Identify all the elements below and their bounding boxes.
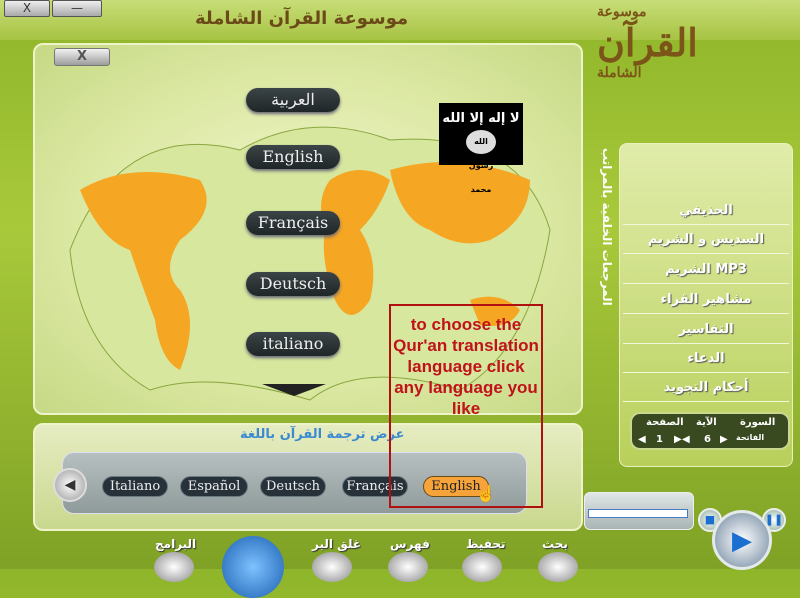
translation-italiano[interactable]: Italiano (102, 476, 168, 497)
memorize-icon[interactable] (462, 552, 502, 582)
search-icon[interactable] (538, 552, 578, 582)
language-button-arabic[interactable]: العربية (246, 88, 340, 112)
ayah-prev-icon[interactable]: ◀ (682, 434, 690, 445)
globe-icon[interactable] (222, 536, 284, 598)
toolbar-programs[interactable]: البرامج (155, 537, 196, 551)
window-close-button[interactable]: X (4, 0, 50, 17)
play-button[interactable]: ▶ (712, 510, 772, 570)
flag-image: لا إله إلا الله الله رسول محمد (439, 103, 523, 194)
sidebar-title: المرجعات الخلفية بالمراتب (600, 148, 614, 306)
sidebar-item[interactable]: السديس و الشريم (623, 225, 789, 254)
language-button-german[interactable]: Deutsch (246, 272, 340, 296)
language-button-french[interactable]: Français (246, 211, 340, 235)
toolbar-index[interactable]: فهرس (390, 537, 430, 551)
app-title: موسوعة القرآن الشاملة (195, 8, 409, 29)
page-prev-icon[interactable]: ◀ (638, 434, 646, 445)
volume-slider[interactable] (588, 509, 688, 518)
sidebar-item[interactable]: الشريم MP3 (623, 255, 789, 284)
index-icon[interactable] (388, 552, 428, 582)
ayah-value: 6 (704, 434, 711, 445)
surah-label: السورة (740, 417, 776, 428)
page-label: الصفحة (646, 417, 684, 428)
ayah-next-icon[interactable]: ▶ (720, 434, 728, 445)
logo: موسوعة القرآن الشاملة (597, 4, 698, 81)
language-button-english[interactable]: English (246, 145, 340, 169)
programs-icon[interactable] (154, 552, 194, 582)
toolbar-close-program[interactable]: غلق البر (312, 537, 361, 551)
ayah-label: الآية (696, 417, 717, 428)
translation-title: عرض ترجمة القرآن باللغة (240, 427, 405, 442)
surah-navigator: السورة الفاتحة الآية ◀ 6 ▶ الصفحة ◀ 1 ▶ (630, 412, 790, 450)
page-value: 1 (656, 434, 663, 445)
panel-close-button[interactable]: X (54, 48, 110, 66)
scroll-down-arrow-icon[interactable] (262, 384, 326, 396)
translation-espanol[interactable]: Español (180, 476, 248, 497)
sidebar-item[interactable]: الحذيفي (623, 196, 789, 225)
sidebar-item[interactable]: التفاسير (623, 315, 789, 344)
surah-value: الفاتحة (736, 433, 765, 442)
toolbar-search[interactable]: بحث (542, 537, 568, 551)
window-minimize-button[interactable]: — (52, 0, 102, 17)
sidebar-item[interactable]: مشاهير القراء (623, 285, 789, 314)
page-next-icon[interactable]: ▶ (674, 434, 682, 445)
toolbar-memorize[interactable]: تحفيظ (466, 537, 506, 551)
back-arrow-button[interactable]: ◀ (53, 468, 87, 502)
close-program-icon[interactable] (312, 552, 352, 582)
translation-deutsch[interactable]: Deutsch (260, 476, 326, 497)
language-button-italian[interactable]: italiano (246, 332, 340, 356)
sidebar-item[interactable]: الدعاء (623, 344, 789, 373)
annotation-note: to choose the Qur'an translation languag… (389, 304, 543, 508)
sidebar-item[interactable]: أحكام التجويد (623, 373, 789, 402)
